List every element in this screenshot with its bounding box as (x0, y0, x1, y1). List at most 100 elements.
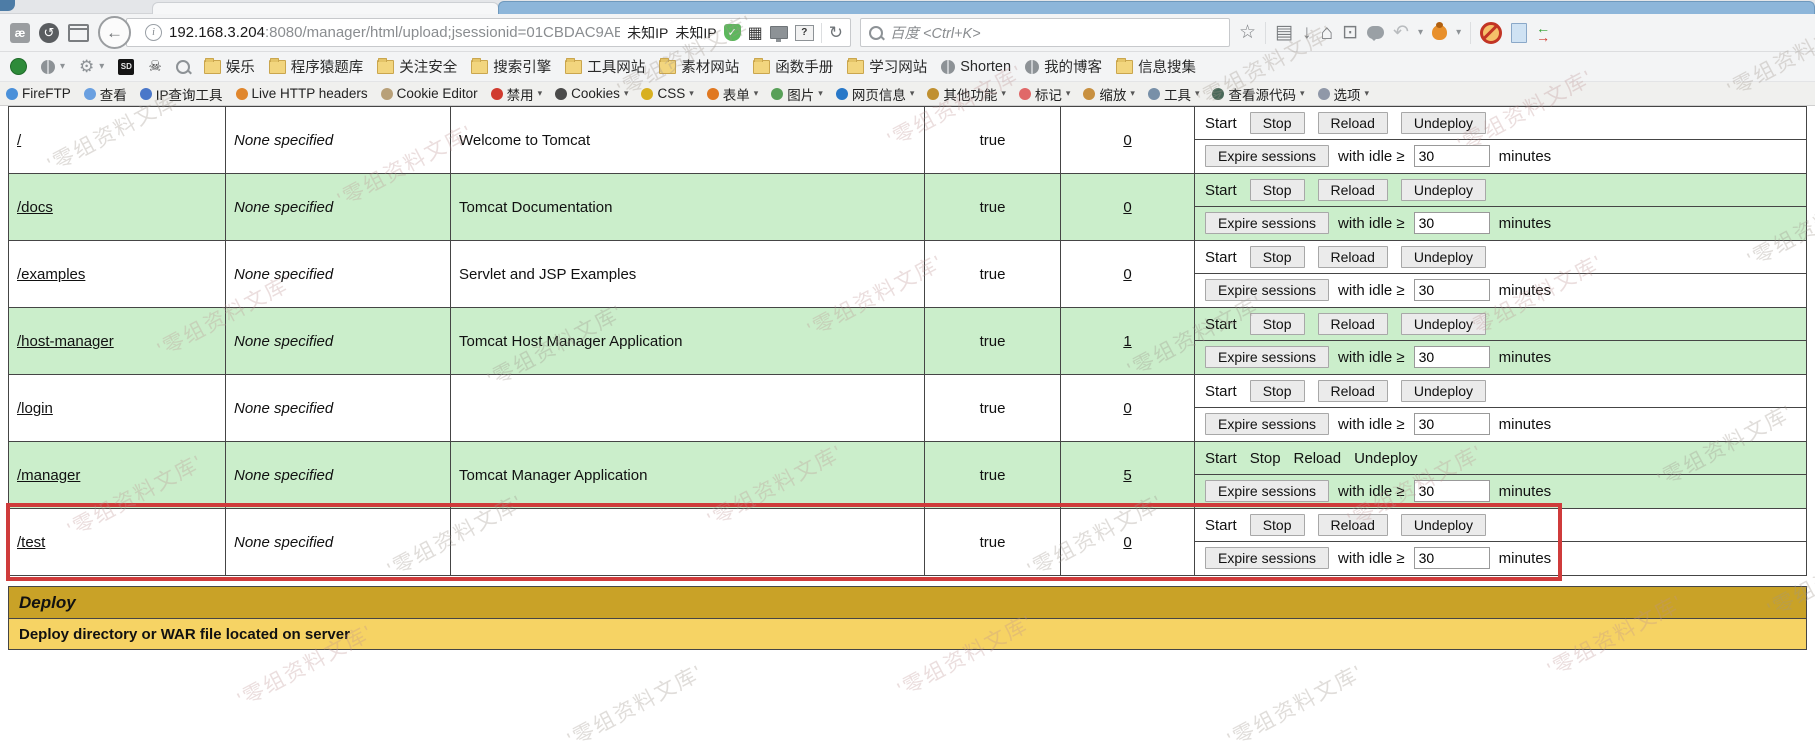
qr-code-icon[interactable]: ▦ (748, 23, 763, 43)
tab-groups-icon[interactable] (68, 24, 89, 42)
bookmarks-menu-icon[interactable]: ▤ (1275, 23, 1293, 42)
proxy-switch-icon[interactable]: ←→ (1536, 24, 1550, 41)
devbar-item[interactable]: 查看 (84, 84, 127, 104)
firebug-dropdown-icon[interactable]: ▾ (1456, 27, 1461, 38)
devbar-item[interactable]: 图片▾ (771, 84, 823, 104)
reload-button[interactable]: Reload (1318, 380, 1388, 402)
idle-minutes-input[interactable] (1414, 413, 1490, 435)
app-path-link[interactable]: /docs (17, 199, 53, 216)
devbar-item[interactable]: 网页信息▾ (836, 84, 915, 104)
bookmark-item[interactable]: 搜索引擎 (471, 56, 551, 77)
expire-sessions-button[interactable]: Expire sessions (1205, 413, 1329, 435)
reader-mode-icon[interactable]: æ (10, 23, 30, 43)
reload-icon[interactable]: ↻ (821, 23, 843, 43)
devbar-item[interactable]: 表单▾ (707, 84, 759, 104)
idle-minutes-input[interactable] (1414, 346, 1490, 368)
session-restore-icon[interactable]: ↺ (39, 23, 59, 43)
server-monitor-icon[interactable] (770, 26, 788, 39)
bookmark-sd-icon[interactable]: SD (118, 59, 134, 75)
ip-badge-2[interactable]: 未知IP (675, 23, 716, 43)
bookmark-item[interactable]: 工具网站 (565, 56, 645, 77)
tab-active[interactable] (498, 1, 1815, 14)
app-sessions-link[interactable]: 5 (1123, 467, 1131, 484)
expire-sessions-button[interactable]: Expire sessions (1205, 145, 1329, 167)
devbar-item[interactable]: 禁用▾ (491, 84, 543, 104)
devbar-item[interactable]: 缩放▾ (1083, 84, 1135, 104)
skull-icon[interactable]: ☠ (148, 59, 161, 74)
idle-minutes-input[interactable] (1414, 279, 1490, 301)
bookmark-item[interactable]: 学习网站 (847, 56, 927, 77)
expire-sessions-button[interactable]: Expire sessions (1205, 279, 1329, 301)
bookmark-star-icon[interactable]: ☆ (1239, 23, 1256, 42)
undo-icon[interactable]: ↶ (1393, 23, 1409, 42)
chat-bubble-icon[interactable] (1367, 26, 1384, 39)
site-info-icon[interactable]: i (145, 24, 162, 41)
app-path-link[interactable]: / (17, 132, 21, 149)
app-path-link[interactable]: /manager (17, 467, 80, 484)
undo-dropdown-icon[interactable]: ▾ (1418, 27, 1423, 38)
devbar-item[interactable]: CSS▾ (641, 86, 693, 101)
stop-button[interactable]: Stop (1250, 246, 1305, 268)
app-sessions-link[interactable]: 0 (1123, 534, 1131, 551)
app-sessions-link[interactable]: 0 (1123, 266, 1131, 283)
app-sessions-link[interactable]: 0 (1123, 199, 1131, 216)
devbar-item[interactable]: IP查询工具 (140, 84, 223, 104)
app-sessions-link[interactable]: 0 (1123, 132, 1131, 149)
stop-command[interactable]: Stop (1250, 450, 1281, 467)
bookmark-globe-menu[interactable]: ▾ (41, 60, 65, 74)
bookmark-item[interactable]: 我的博客 (1025, 56, 1102, 77)
firebug-icon[interactable] (1432, 25, 1447, 40)
bookmark-item[interactable]: 关注安全 (377, 56, 457, 77)
bookmark-item[interactable]: 信息搜集 (1116, 56, 1196, 77)
reload-button[interactable]: Reload (1318, 313, 1388, 335)
reload-button[interactable]: Reload (1318, 514, 1388, 536)
stop-button[interactable]: Stop (1250, 313, 1305, 335)
stop-button[interactable]: Stop (1250, 179, 1305, 201)
devbar-item[interactable]: 标记▾ (1019, 84, 1071, 104)
expire-sessions-button[interactable]: Expire sessions (1205, 212, 1329, 234)
tab-inactive[interactable] (152, 2, 499, 14)
bookmark-item[interactable]: 程序猿题库 (269, 56, 364, 77)
bookmark-green-dot-icon[interactable] (10, 58, 27, 75)
idle-minutes-input[interactable] (1414, 547, 1490, 569)
app-sessions-link[interactable]: 0 (1123, 400, 1131, 417)
devbar-item[interactable]: 查看源代码▾ (1212, 84, 1304, 104)
screenshot-crop-icon[interactable]: ⊡ (1342, 23, 1358, 42)
bookmark-gear-menu[interactable]: ⚙▾ (79, 58, 104, 75)
devbar-item[interactable]: 其他功能▾ (927, 84, 1006, 104)
downloads-icon[interactable]: ↓ (1302, 23, 1312, 42)
bookmark-item[interactable]: 函数手册 (753, 56, 833, 77)
expire-sessions-button[interactable]: Expire sessions (1205, 547, 1329, 569)
app-path-link[interactable]: /login (17, 400, 53, 417)
undeploy-button[interactable]: Undeploy (1401, 179, 1486, 201)
devbar-item[interactable]: 工具▾ (1148, 84, 1200, 104)
app-path-link[interactable]: /host-manager (17, 333, 114, 350)
stop-button[interactable]: Stop (1250, 380, 1305, 402)
reload-button[interactable]: Reload (1318, 112, 1388, 134)
stop-button[interactable]: Stop (1250, 514, 1305, 536)
ip-badge-1[interactable]: 未知IP (627, 23, 668, 43)
stop-button[interactable]: Stop (1250, 112, 1305, 134)
idle-minutes-input[interactable] (1414, 212, 1490, 234)
undeploy-button[interactable]: Undeploy (1401, 313, 1486, 335)
devbar-item[interactable]: Cookies▾ (555, 86, 628, 101)
reload-command[interactable]: Reload (1294, 450, 1342, 467)
history-search-icon[interactable] (176, 60, 190, 74)
devbar-item[interactable]: Live HTTP headers (236, 86, 368, 101)
expire-sessions-button[interactable]: Expire sessions (1205, 480, 1329, 502)
home-icon[interactable]: ⌂ (1321, 22, 1334, 43)
undeploy-command[interactable]: Undeploy (1354, 450, 1417, 467)
security-shield-icon[interactable]: ✓ (724, 24, 741, 41)
undeploy-button[interactable]: Undeploy (1401, 514, 1486, 536)
undeploy-button[interactable]: Undeploy (1401, 380, 1486, 402)
undeploy-button[interactable]: Undeploy (1401, 246, 1486, 268)
idle-minutes-input[interactable] (1414, 145, 1490, 167)
reload-button[interactable]: Reload (1318, 246, 1388, 268)
devbar-item[interactable]: Cookie Editor (381, 86, 478, 101)
undeploy-button[interactable]: Undeploy (1401, 112, 1486, 134)
bookmark-item[interactable]: 素材网站 (659, 56, 739, 77)
devbar-item[interactable]: 选项▾ (1318, 84, 1370, 104)
app-path-link[interactable]: /examples (17, 266, 85, 283)
back-button[interactable]: ← (98, 16, 131, 49)
script-document-icon[interactable] (1511, 23, 1527, 43)
